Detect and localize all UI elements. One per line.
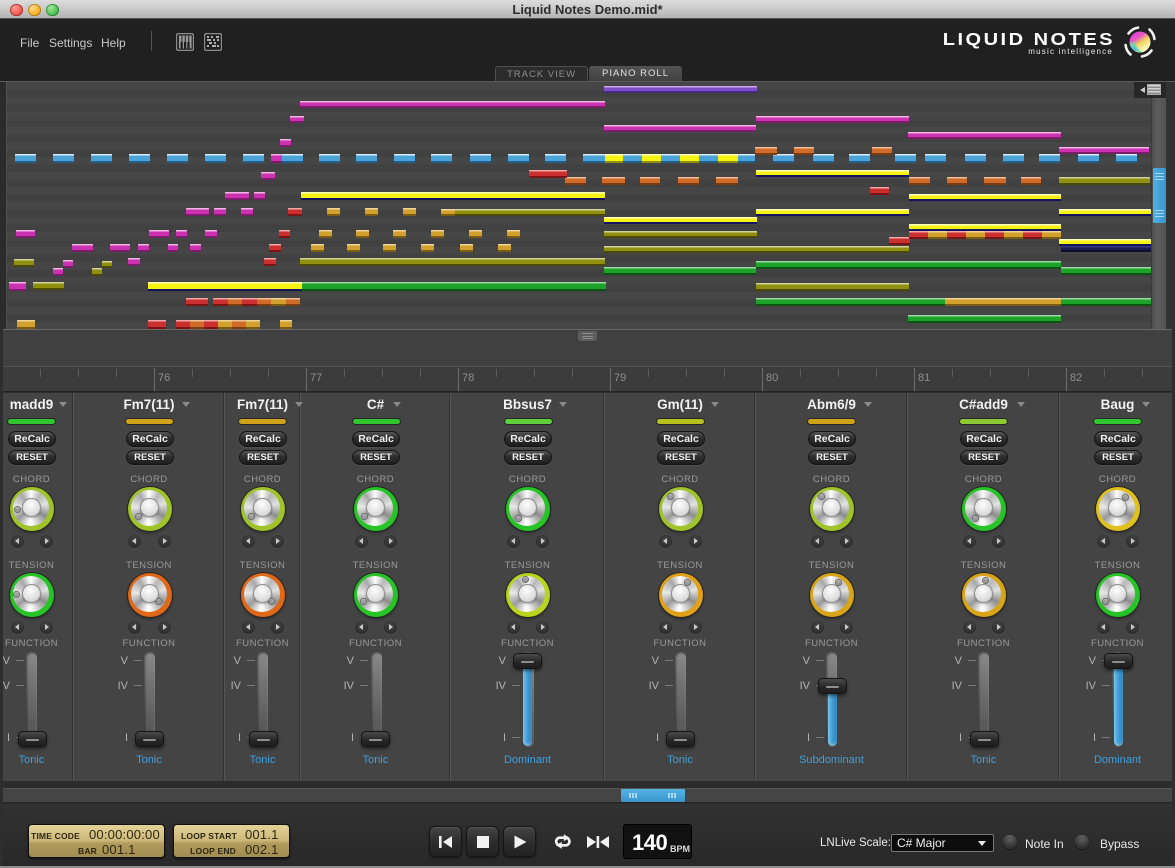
svg-text:76: 76 xyxy=(158,372,170,384)
svg-text:79: 79 xyxy=(614,372,626,384)
svg-text:77: 77 xyxy=(310,372,322,384)
svg-text:78: 78 xyxy=(462,372,474,384)
svg-text:82: 82 xyxy=(1070,372,1082,384)
svg-text:80: 80 xyxy=(766,372,778,384)
svg-text:81: 81 xyxy=(918,372,930,384)
